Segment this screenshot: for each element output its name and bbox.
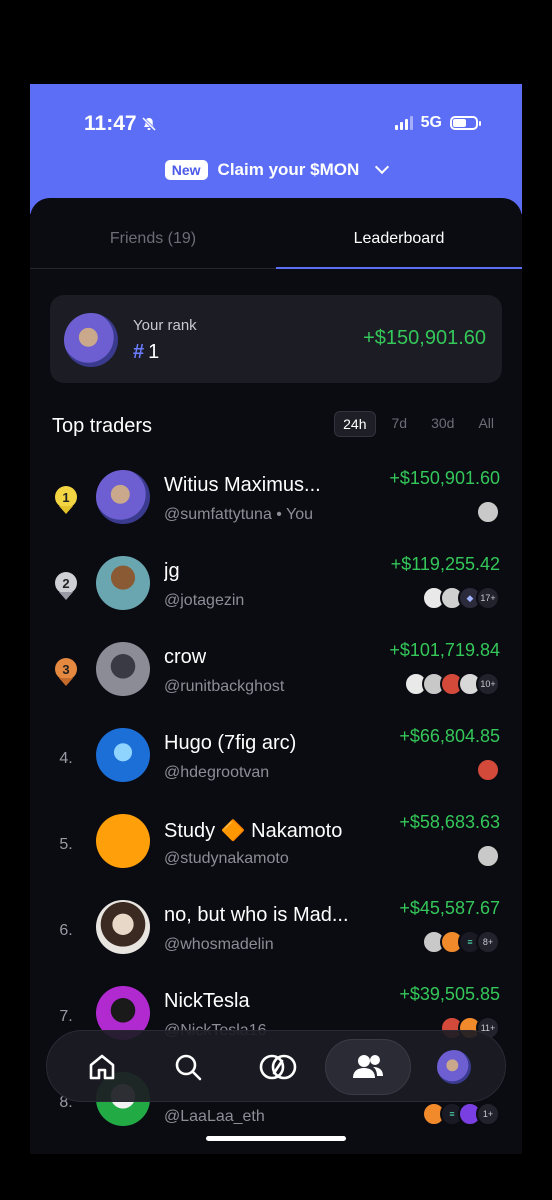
status-time: 11:47 [84,112,157,136]
avatar [96,728,150,782]
rank-hash: # [133,341,145,363]
more-tokens-badge: 17+ [476,586,500,610]
trader-position: 7. [59,1008,73,1025]
trader-position: 6. [59,922,73,939]
trader-pnl: +$58,683.63 [399,812,500,832]
trader-row[interactable]: 4. Hugo (7fig arc) @hdegrootvan +$66,804… [30,722,522,808]
gold-medal-icon: 1 [54,486,78,516]
claim-text: Claim your $MON [217,160,360,179]
trader-row[interactable]: 3 crow @runitbackghost +$101,719.84 10+ [30,636,522,722]
nav-profile[interactable] [411,1039,497,1095]
app-screen: 11:47 5G New Claim your $MON Friends (19… [30,84,522,1154]
avatar [96,470,150,524]
section-title: Top traders [52,415,153,437]
trader-name: crow [164,646,207,668]
token-icons: ≡ 1+ [422,1102,500,1126]
avatar [96,814,150,868]
trader-name: Hugo (7fig arc) [164,732,297,754]
token-icon [476,844,500,868]
home-icon [89,1054,115,1080]
your-rank-label: Your rank [133,317,197,334]
trader-handle: @whosmadelin [164,936,274,953]
filter-all[interactable]: All [470,411,502,437]
tab-leaderboard[interactable]: Leaderboard [276,230,522,248]
avatar [96,556,150,610]
profile-avatar [437,1050,471,1084]
trader-handle: @hdegrootvan [164,764,270,781]
search-icon [175,1054,202,1081]
token-icon [476,500,500,524]
trader-row[interactable]: 6. no, but who is Mad... @whosmadelin +$… [30,894,522,980]
new-badge: New [164,160,208,180]
trader-pnl: +$45,587.67 [399,898,500,918]
tab-friends[interactable]: Friends (19) [30,230,276,248]
battery-icon [450,116,481,130]
active-tab-indicator [276,267,522,269]
signal-icon [394,116,413,130]
token-icons: ◆ 17+ [422,586,500,610]
time-text: 11:47 [84,112,137,135]
bottom-nav [46,1030,506,1102]
more-tokens-badge: 8+ [476,930,500,954]
top-banner-area: 11:47 5G New Claim your $MON [30,84,522,214]
claim-banner[interactable]: New Claim your $MON [30,159,522,180]
nav-home[interactable] [59,1039,145,1095]
trader-row[interactable]: 1 Witius Maximus... @sumfattytuna • You … [30,464,522,550]
swap-icon [259,1054,297,1080]
time-filter: 24h 7d 30d All [334,411,502,437]
avatar [64,313,118,367]
trader-row[interactable]: 5. Study 🔶 Nakamoto @studynakamoto +$58,… [30,808,522,894]
token-icons [476,844,500,868]
content-sheet: Friends (19) Leaderboard Your rank #1 +$… [30,198,522,1154]
trader-position: 4. [59,750,73,767]
nav-trade[interactable] [235,1039,321,1095]
bronze-medal-icon: 3 [54,658,78,688]
more-tokens-badge: 10+ [476,672,500,696]
filter-24h[interactable]: 24h [334,411,376,437]
trader-name: Study 🔶 Nakamoto [164,820,343,842]
tab-bar: Friends (19) Leaderboard [30,198,522,269]
trader-pnl: +$101,719.84 [389,640,500,660]
avatar [96,642,150,696]
token-icon [476,758,500,782]
nav-friends[interactable] [325,1039,411,1095]
nav-search[interactable] [145,1039,231,1095]
friends-icon [353,1055,383,1078]
network-label: 5G [420,114,442,131]
token-icons: 10+ [404,672,500,696]
silver-medal-icon: 2 [54,572,78,602]
chevron-down-icon [375,159,390,175]
your-rank-number: #1 [133,341,159,364]
trader-row[interactable]: 2 jg @jotagezin +$119,255.42 ◆ 17+ [30,550,522,636]
trader-pnl: +$119,255.42 [390,554,500,574]
rank-value: 1 [148,341,160,363]
your-rank-card[interactable]: Your rank #1 +$150,901.60 [50,295,502,383]
avatar [96,900,150,954]
trader-name: jg [164,560,180,582]
status-indicators: 5G [394,114,481,132]
mute-bell-icon [141,116,156,132]
trader-handle: @runitbackghost [164,678,285,695]
filter-30d[interactable]: 30d [423,411,462,437]
status-bar: 11:47 5G [30,112,522,140]
more-tokens-badge: 1+ [476,1102,500,1126]
trader-name: no, but who is Mad... [164,904,349,926]
trader-pnl: +$66,804.85 [399,726,500,746]
trader-handle: @LaaLaa_eth [164,1108,265,1125]
token-icons [476,758,500,782]
trader-handle: @jotagezin [164,592,245,609]
home-indicator [206,1136,346,1141]
trader-pnl: +$39,505.85 [399,984,500,1004]
trader-pnl: +$150,901.60 [389,468,500,488]
token-icons: ≡ 8+ [422,930,500,954]
trader-handle: @sumfattytuna • You [164,506,314,523]
token-icons [476,500,500,524]
trader-name: NickTesla [164,990,250,1012]
trader-position: 5. [59,836,73,853]
trader-handle: @studynakamoto [164,850,289,867]
your-rank-pnl: +$150,901.60 [363,327,486,349]
trader-name: Witius Maximus... [164,474,321,496]
filter-7d[interactable]: 7d [384,411,416,437]
